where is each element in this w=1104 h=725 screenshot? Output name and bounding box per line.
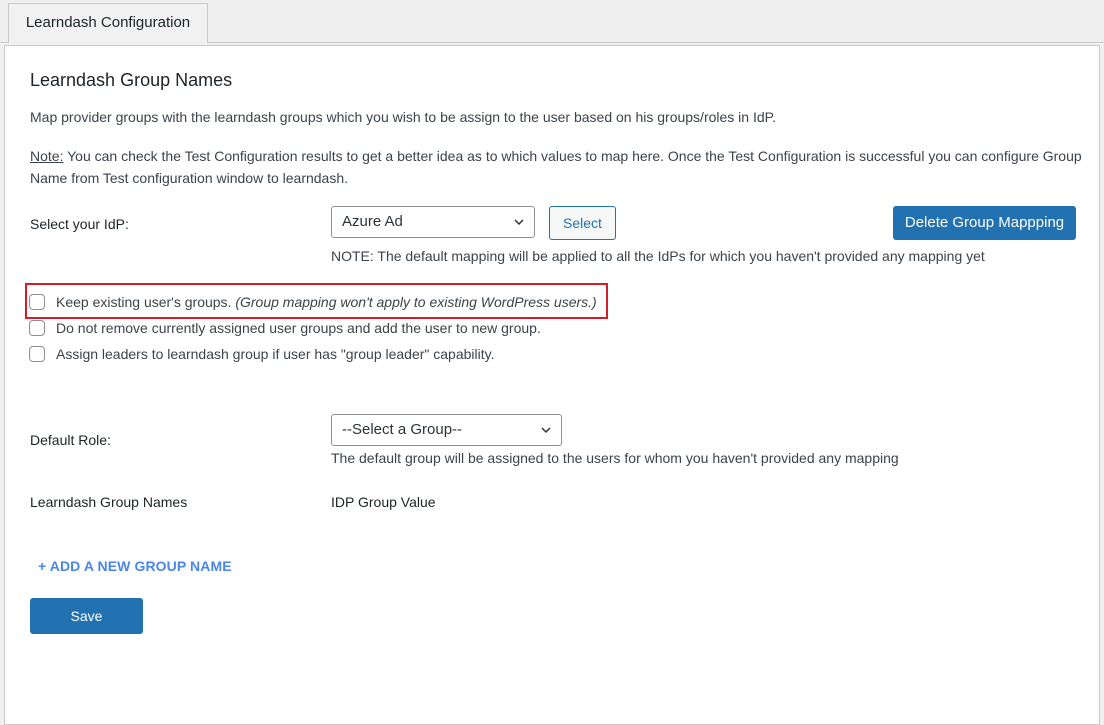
default-role-help: The default group will be assigned to th… [331, 450, 899, 466]
option-hint: (Group mapping won't apply to existing W… [235, 294, 597, 310]
note-label: Note: [30, 148, 64, 164]
note-text: You can check the Test Configuration res… [30, 148, 1082, 186]
delete-group-mapping-button[interactable]: Delete Group Mappping [893, 206, 1076, 240]
add-new-group-name-link[interactable]: + ADD A NEW GROUP NAME [38, 558, 232, 574]
config-panel: Learndash Group Names Map provider group… [4, 45, 1100, 725]
column-header-learndash-group-names: Learndash Group Names [30, 494, 188, 510]
idp-label: Select your IdP: [30, 216, 129, 232]
section-title: Learndash Group Names [30, 70, 233, 90]
chevron-down-icon [514, 219, 524, 226]
do-not-remove-groups-checkbox[interactable] [29, 320, 45, 336]
default-role-label: Default Role: [30, 432, 111, 448]
default-role-select-value: --Select a Group-- [342, 421, 463, 438]
section-description: Map provider groups with the learndash g… [30, 109, 777, 125]
select-idp-button[interactable]: Select [549, 206, 616, 240]
idp-note: NOTE: The default mapping will be applie… [331, 248, 985, 264]
assign-leaders-checkbox[interactable] [29, 346, 45, 362]
tab-learndash-configuration[interactable]: Learndash Configuration [8, 3, 208, 43]
tab-bar: Learndash Configuration [0, 0, 1104, 43]
section-note: Note: You can check the Test Configurati… [30, 145, 1090, 189]
save-button[interactable]: Save [30, 598, 143, 634]
idp-select-value: Azure Ad [342, 213, 403, 230]
default-role-select[interactable]: --Select a Group-- [331, 414, 562, 446]
idp-select[interactable]: Azure Ad [331, 206, 535, 238]
option-keep-existing-groups[interactable]: Keep existing user's groups. (Group mapp… [29, 292, 597, 312]
option-label: Do not remove currently assigned user gr… [56, 320, 541, 336]
option-label: Assign leaders to learndash group if use… [56, 346, 495, 362]
chevron-down-icon [541, 427, 551, 434]
option-assign-leaders[interactable]: Assign leaders to learndash group if use… [29, 344, 495, 364]
column-header-idp-group-value: IDP Group Value [331, 494, 436, 510]
keep-existing-groups-checkbox[interactable] [29, 294, 45, 310]
option-label: Keep existing user's groups. [56, 294, 232, 310]
option-do-not-remove-groups[interactable]: Do not remove currently assigned user gr… [29, 318, 541, 338]
